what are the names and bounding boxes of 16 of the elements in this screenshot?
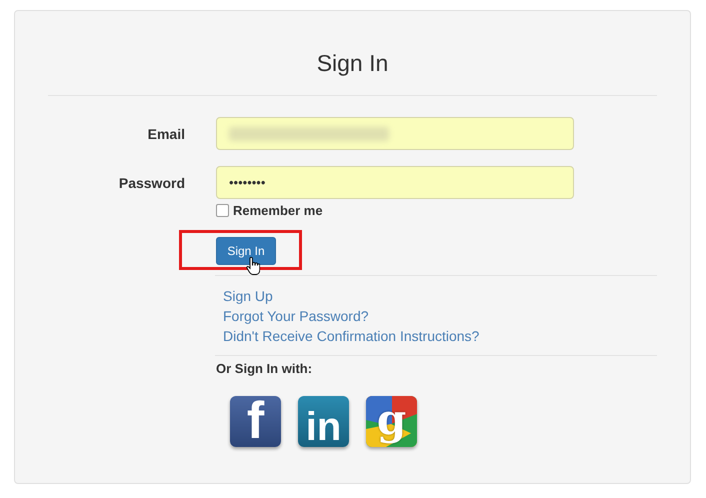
facebook-logo-icon[interactable]: f [230, 396, 281, 447]
linkedin-logo-icon[interactable]: in [298, 396, 349, 447]
field-label: Password [118, 174, 186, 190]
text-link[interactable]: Forgot Your Password? [223, 306, 369, 326]
remember-checkbox[interactable] [216, 204, 229, 217]
sign-in-button[interactable]: Sign In [216, 237, 276, 265]
hand-cursor-icon [246, 257, 260, 275]
text-link[interactable]: Sign Up [223, 286, 273, 306]
google-logo-icon[interactable]: g [366, 396, 417, 447]
field-label: Email [146, 126, 186, 142]
email-field[interactable] [216, 117, 574, 150]
checkbox-label: Remember me [233, 203, 323, 218]
text-link[interactable]: Didn't Receive Confirmation Instructions? [223, 326, 480, 346]
password-field[interactable]: •••••••• [216, 166, 574, 199]
form-title: Sign In [316, 49, 390, 78]
social-heading: Or Sign In with: [216, 361, 314, 376]
